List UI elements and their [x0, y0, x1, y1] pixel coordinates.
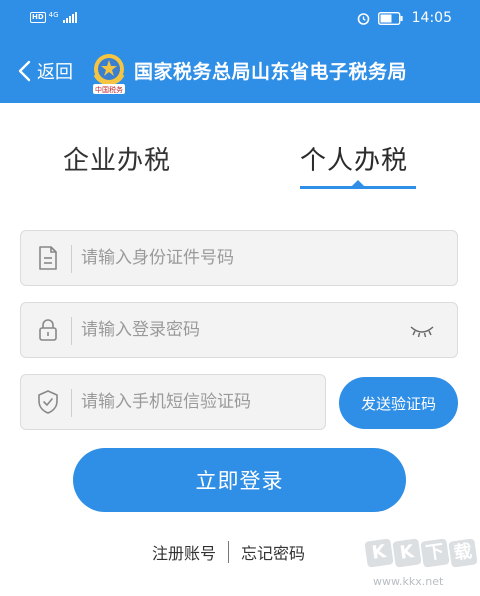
shield-icon	[38, 390, 58, 414]
chevron-left-icon	[18, 60, 31, 82]
sms-code-input[interactable]	[81, 375, 316, 429]
back-button[interactable]: 返回	[16, 55, 73, 87]
watermark-logo: K K 下 载	[364, 538, 478, 568]
status-right: 14:05	[357, 10, 452, 26]
signal-icon	[62, 11, 77, 23]
emblem-text: 中国税务	[95, 85, 123, 94]
register-link[interactable]: 注册账号	[152, 540, 216, 564]
battery-icon	[377, 11, 403, 25]
field-divider	[71, 245, 72, 273]
watermark-char: 下	[420, 538, 450, 568]
lock-icon	[39, 319, 57, 341]
watermark-url: www.kkx.net	[373, 575, 444, 588]
field-divider	[71, 317, 72, 345]
watermark-char: K	[392, 538, 422, 568]
field-divider	[71, 389, 72, 417]
id-number-field[interactable]	[20, 230, 458, 286]
forgot-password-link[interactable]: 忘记密码	[241, 540, 305, 564]
network-type: 4G	[48, 11, 59, 19]
tab-active-indicator	[300, 186, 416, 189]
document-icon	[39, 246, 57, 270]
sms-code-field[interactable]	[20, 374, 326, 430]
account-links: 注册账号 忘记密码	[152, 540, 305, 564]
send-code-button[interactable]: 发送验证码	[339, 377, 458, 429]
login-button[interactable]: 立即登录	[73, 448, 406, 512]
tab-personal[interactable]: 个人办税	[300, 140, 408, 177]
back-label: 返回	[37, 62, 73, 83]
tax-emblem-icon: 中国税务	[93, 54, 125, 94]
page-title: 国家税务总局山东省电子税务局	[134, 61, 408, 83]
status-bar: HD 4G 14:05	[0, 0, 480, 38]
eye-closed-icon[interactable]	[409, 323, 435, 339]
watermark-char: K	[364, 538, 394, 568]
nav-bar: 返回 中国税务 国家税务总局山东省电子税务局	[0, 45, 480, 101]
tab-company[interactable]: 企业办税	[63, 140, 171, 177]
header-bar: HD 4G 14:05 返回 中国税务 国家税务总局山东省电子税务局	[0, 0, 480, 103]
clock: 14:05	[411, 10, 452, 26]
alarm-icon	[357, 12, 369, 25]
link-divider	[228, 541, 230, 563]
watermark-char: 载	[448, 538, 478, 568]
status-left: HD 4G	[30, 11, 77, 23]
password-input[interactable]	[81, 303, 381, 357]
tab-caret-icon	[352, 180, 364, 186]
hd-badge: HD	[30, 12, 46, 23]
id-number-input[interactable]	[81, 231, 441, 285]
password-field[interactable]	[20, 302, 458, 358]
